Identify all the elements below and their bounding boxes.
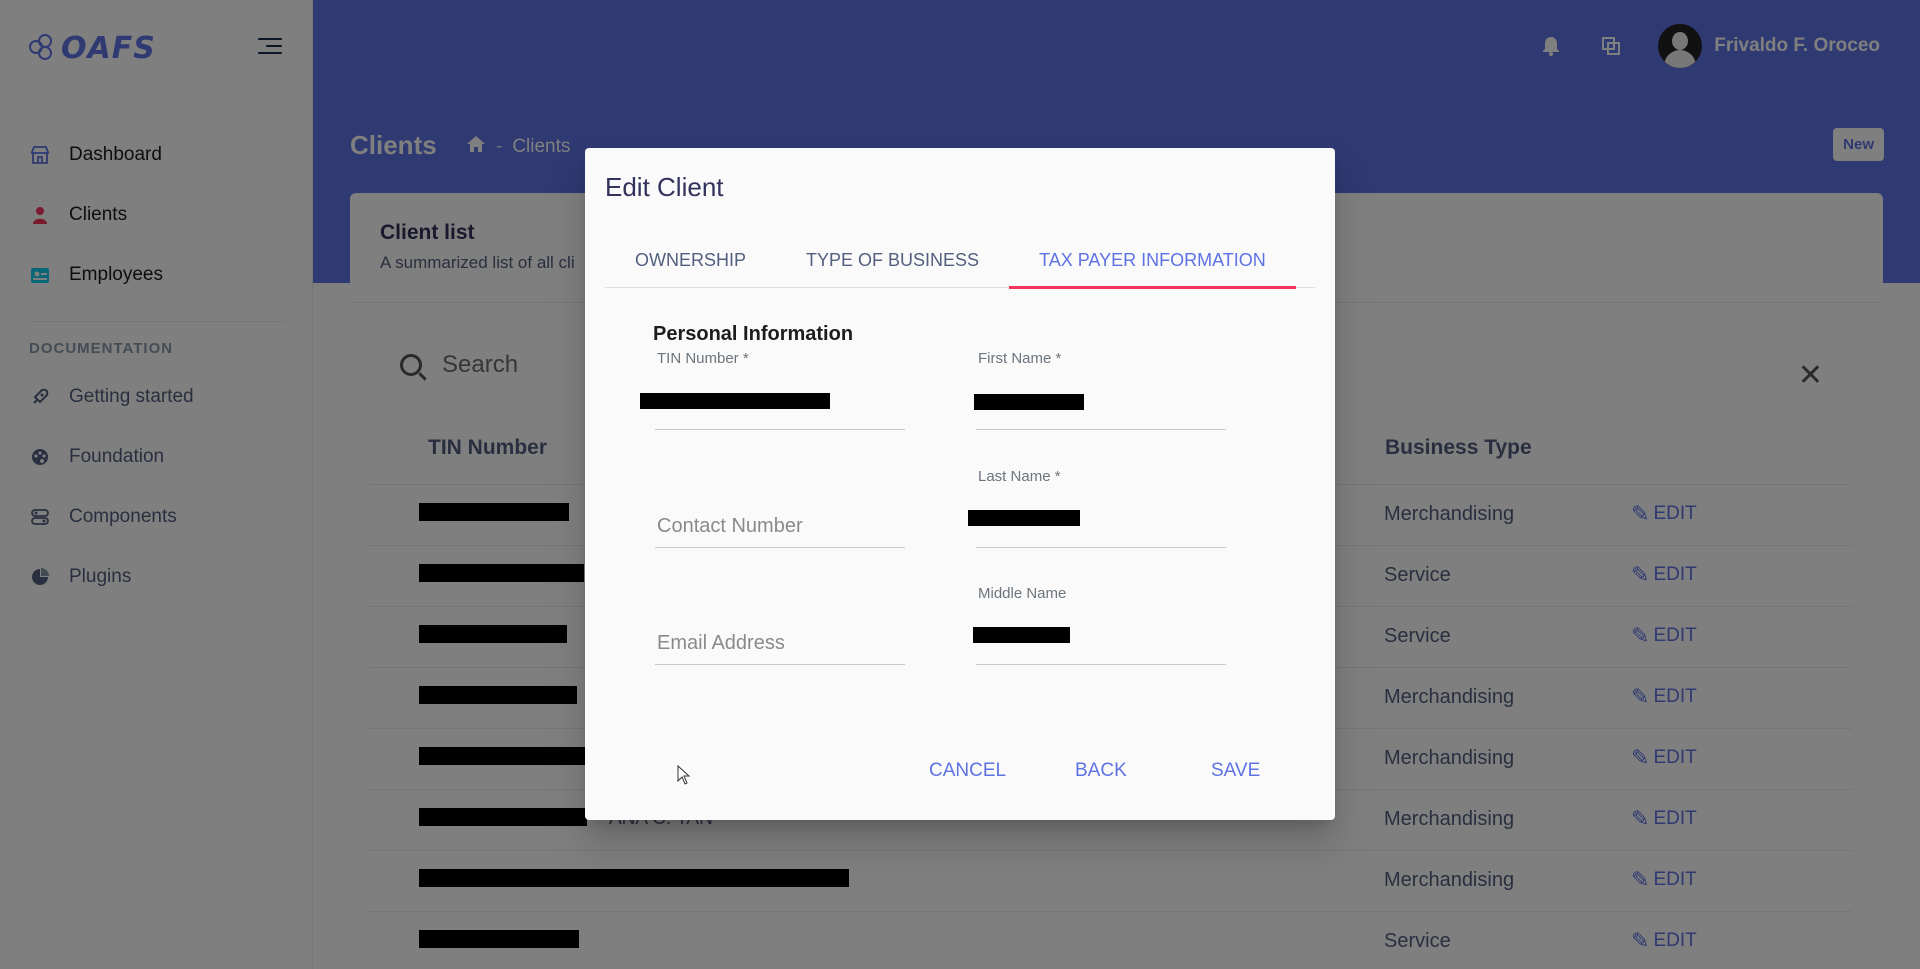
tab-tax-payer-information[interactable]: TAX PAYER INFORMATION [1009,233,1296,289]
save-button[interactable]: SAVE [1211,760,1260,782]
first-name-label: First Name * [978,350,1062,367]
middle-name-label: Middle Name [978,585,1067,602]
email-address-placeholder: Email Address [657,632,785,654]
tab-ownership[interactable]: OWNERSHIP [605,233,776,288]
last-name-value-redacted [968,510,1080,526]
tab-type-of-business[interactable]: TYPE OF BUSINESS [776,233,1009,288]
mouse-cursor-icon [677,765,691,785]
middle-name-value-redacted [973,627,1070,643]
cancel-button[interactable]: CANCEL [929,760,1006,782]
dialog-title: Edit Client [605,172,724,202]
last-name-field[interactable]: Last Name * [968,468,1226,548]
first-name-underline [976,429,1226,430]
tin-value-redacted [640,393,830,409]
tin-field[interactable]: TIN Number * [640,350,905,430]
middle-name-underline [976,664,1226,665]
last-name-label: Last Name * [978,468,1061,485]
contact-number-field[interactable]: Contact Number [655,468,905,548]
tin-label: TIN Number * [657,350,749,367]
dialog-tabs: OWNERSHIP TYPE OF BUSINESS TAX PAYER INF… [605,233,1315,289]
email-address-field[interactable]: Email Address [655,585,905,665]
section-title: Personal Information [653,323,854,345]
tin-underline [655,429,905,430]
contact-number-placeholder: Contact Number [657,515,803,537]
first-name-value-redacted [974,394,1084,410]
email-address-underline [655,664,905,665]
middle-name-field[interactable]: Middle Name [973,585,1226,665]
contact-number-underline [655,547,905,548]
first-name-field[interactable]: First Name * [974,350,1226,430]
back-button[interactable]: BACK [1075,760,1127,782]
edit-client-dialog: Edit Client OWNERSHIP TYPE OF BUSINESS T… [585,148,1335,820]
last-name-underline [976,547,1226,548]
